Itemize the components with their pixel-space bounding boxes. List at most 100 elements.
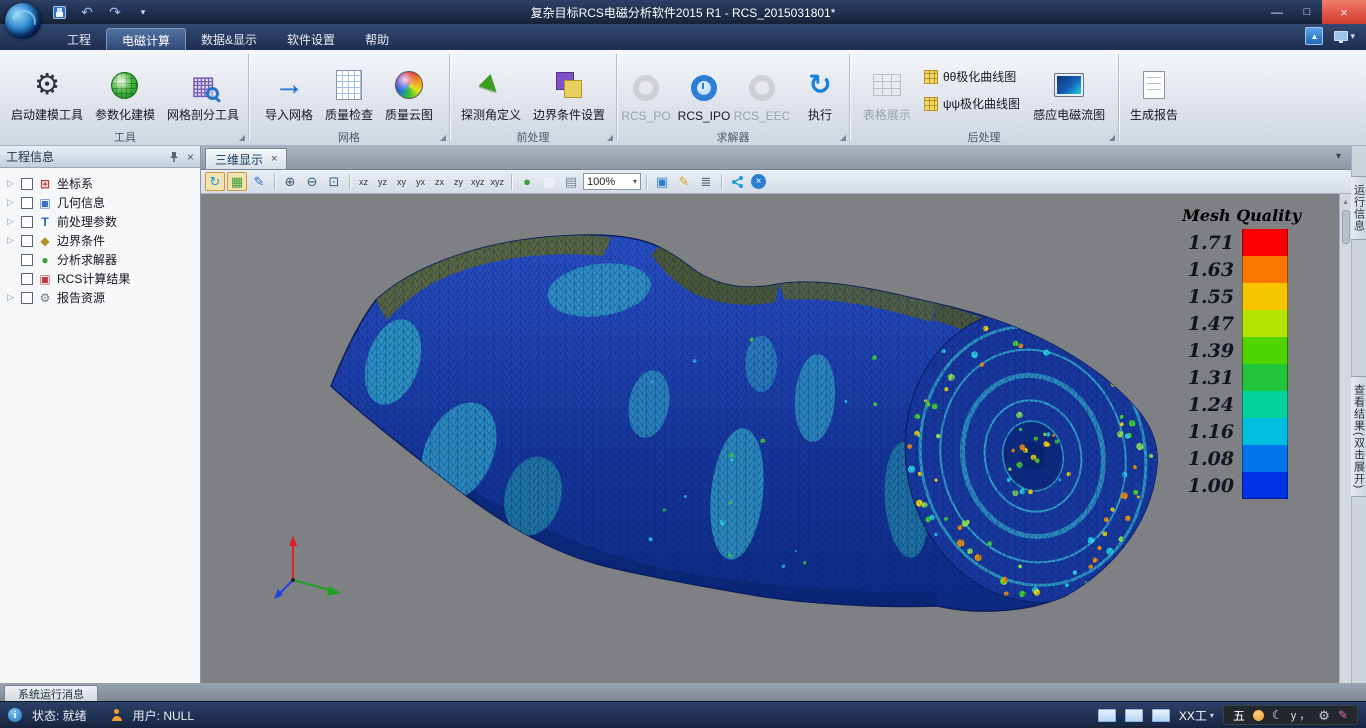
menu-tab-data-display[interactable]: 数据&显示 bbox=[186, 28, 272, 50]
tray-app-label[interactable]: XX工 ▾ bbox=[1179, 707, 1214, 724]
induced-current-map-button[interactable]: 感应电磁流图 bbox=[1028, 52, 1110, 128]
launch-modeling-tool-button[interactable]: ⚙ 启动建模工具 bbox=[6, 52, 88, 128]
tree-item-geometry-info[interactable]: ▷ ▣ 几何信息 bbox=[0, 193, 200, 212]
render-grid-button[interactable]: ▦ bbox=[227, 172, 247, 191]
mesh-partition-tool-button[interactable]: ▦ 网格剖分工具 bbox=[162, 52, 244, 128]
menu-tab-project[interactable]: 工程 bbox=[52, 28, 106, 50]
tree-item-rcs-results[interactable]: ▣ RCS计算结果 bbox=[0, 269, 200, 288]
menu-tab-help[interactable]: 帮助 bbox=[350, 28, 404, 50]
tree-item-analysis-solver[interactable]: ● 分析求解器 bbox=[0, 250, 200, 269]
tabbar-menu-icon[interactable]: ▾ bbox=[1336, 151, 1341, 162]
ime-punctuation-button[interactable]: y ， bbox=[1291, 707, 1311, 723]
wireframe-button[interactable]: ▦ bbox=[539, 172, 559, 191]
menu-tab-settings[interactable]: 软件设置 bbox=[272, 28, 350, 50]
annotate-button[interactable]: ✎ bbox=[674, 172, 694, 191]
generate-report-button[interactable]: 生成报告 bbox=[1125, 52, 1183, 128]
zoom-in-button[interactable]: ⊕ bbox=[280, 172, 300, 191]
qat-dropdown-icon[interactable]: ▾ bbox=[134, 3, 152, 21]
ime-moon-icon[interactable]: ☾ bbox=[1272, 709, 1283, 721]
expand-arrow-icon[interactable]: ▷ bbox=[5, 178, 16, 189]
dialog-launcher-icon[interactable]: ◢ bbox=[1109, 134, 1115, 142]
psi-polarization-curve-button[interactable]: ψψ极化曲线图 bbox=[924, 95, 1020, 112]
ime-settings-icon[interactable]: ⚙ bbox=[1318, 709, 1330, 722]
zoom-out-button[interactable]: ⊖ bbox=[302, 172, 322, 191]
quality-check-button[interactable]: 质量检查 bbox=[320, 52, 378, 128]
dialog-launcher-icon[interactable]: ◢ bbox=[440, 134, 446, 142]
boundary-condition-button[interactable]: 边界条件设置 bbox=[528, 52, 610, 128]
probe-angle-button[interactable]: ▶ 探测角定义 bbox=[456, 52, 526, 128]
rotate-view-button[interactable]: ↻ bbox=[205, 172, 225, 191]
view-preset-button[interactable]: yz bbox=[374, 172, 391, 191]
checkbox[interactable] bbox=[21, 292, 33, 304]
dialog-launcher-icon[interactable]: ◢ bbox=[840, 134, 846, 142]
expand-arrow-icon[interactable]: ▷ bbox=[5, 216, 16, 227]
window-thumbnail-button[interactable] bbox=[1152, 709, 1170, 722]
scrollbar-thumb[interactable] bbox=[1342, 210, 1350, 244]
scroll-up-icon[interactable]: ▴ bbox=[1343, 194, 1347, 206]
ime-sun-icon[interactable] bbox=[1253, 710, 1264, 721]
view-preset-button[interactable]: zy bbox=[450, 172, 467, 191]
window-thumbnail-button[interactable] bbox=[1125, 709, 1143, 722]
zoom-level-select[interactable]: 100% ▾ bbox=[583, 173, 641, 190]
undo-button[interactable]: ↶ bbox=[78, 3, 96, 21]
model-canvas[interactable] bbox=[201, 194, 1339, 683]
view-preset-button[interactable]: xz bbox=[355, 172, 372, 191]
app-logo-icon[interactable] bbox=[5, 3, 41, 39]
display-switch-button[interactable]: ▾ bbox=[1331, 27, 1358, 45]
3d-viewport[interactable]: Mesh Quality 1.71 1.63 1.55 1.47 1.39 1.… bbox=[201, 194, 1339, 683]
rcs-eec-button[interactable]: RCS_EEC bbox=[734, 52, 790, 128]
execute-button[interactable]: ↻ 执行 bbox=[792, 52, 848, 128]
side-tab-run-info[interactable]: 运行信息 bbox=[1351, 176, 1366, 240]
tab-close-icon[interactable]: × bbox=[271, 153, 277, 165]
view-preset-button[interactable]: yx bbox=[412, 172, 429, 191]
redo-button[interactable]: ↷ bbox=[106, 3, 124, 21]
viewport-scrollbar[interactable]: ▴ bbox=[1339, 194, 1351, 683]
screen-capture-button[interactable]: ▣ bbox=[652, 172, 672, 191]
view-preset-button[interactable]: zx bbox=[431, 172, 448, 191]
theta-polarization-curve-button[interactable]: θθ极化曲线图 bbox=[924, 68, 1020, 85]
window-thumbnail-button[interactable] bbox=[1098, 709, 1116, 722]
dialog-launcher-icon[interactable]: ◢ bbox=[239, 134, 245, 142]
shaded-view-button[interactable]: ● bbox=[517, 172, 537, 191]
tree-item-boundary-conditions[interactable]: ▷ ◆ 边界条件 bbox=[0, 231, 200, 250]
ime-mode-button[interactable]: 五 bbox=[1233, 707, 1245, 724]
checkbox[interactable] bbox=[21, 216, 33, 228]
rcs-ipo-button[interactable]: RCS_IPO bbox=[676, 52, 732, 128]
checkbox[interactable] bbox=[21, 273, 33, 285]
expand-arrow-icon[interactable]: ▷ bbox=[5, 235, 16, 246]
checkbox[interactable] bbox=[21, 178, 33, 190]
checkbox[interactable] bbox=[21, 197, 33, 209]
view-preset-button[interactable]: xyz bbox=[489, 172, 507, 191]
tree-item-report-resources[interactable]: ▷ ⚙ 报告资源 bbox=[0, 288, 200, 307]
checkbox[interactable] bbox=[21, 254, 33, 266]
zoom-window-button[interactable]: ⊡ bbox=[324, 172, 344, 191]
expand-arrow-icon[interactable]: ▷ bbox=[5, 197, 16, 208]
parametric-modeling-button[interactable]: 参数化建模 bbox=[90, 52, 160, 128]
dialog-launcher-icon[interactable]: ◢ bbox=[607, 134, 613, 142]
tree-item-preprocess-params[interactable]: ▷ T 前处理参数 bbox=[0, 212, 200, 231]
view-preset-button[interactable]: xyz bbox=[469, 172, 487, 191]
close-view-button[interactable]: × bbox=[751, 174, 766, 189]
maximize-button[interactable]: □ bbox=[1292, 0, 1322, 24]
view-preset-button[interactable]: xy bbox=[393, 172, 410, 191]
menu-tab-em-compute[interactable]: 电磁计算 bbox=[106, 28, 186, 50]
expand-arrow-icon[interactable]: ▷ bbox=[5, 292, 16, 303]
pin-icon[interactable] bbox=[169, 151, 179, 162]
side-tab-view-results[interactable]: 查看结果(双击展开) bbox=[1351, 376, 1366, 497]
edit-view-button[interactable]: ✎ bbox=[249, 172, 269, 191]
close-button[interactable]: × bbox=[1322, 0, 1366, 24]
quality-cloudmap-button[interactable]: 质量云图 bbox=[380, 52, 438, 128]
panel-close-icon[interactable]: × bbox=[187, 150, 194, 164]
layers-button[interactable]: ≣ bbox=[696, 172, 716, 191]
import-mesh-button[interactable]: → 导入网格 bbox=[260, 52, 318, 128]
tab-system-messages[interactable]: 系统运行消息 bbox=[4, 685, 98, 701]
share-button[interactable] bbox=[727, 172, 747, 191]
mesh-display-button[interactable]: ▤ bbox=[561, 172, 581, 191]
table-display-button[interactable]: 表格展示 bbox=[858, 52, 916, 128]
checkbox[interactable] bbox=[21, 235, 33, 247]
tree-item-coordinate-system[interactable]: ▷ ⊞ 坐标系 bbox=[0, 174, 200, 193]
save-button[interactable] bbox=[50, 3, 68, 21]
panel-up-button[interactable]: ▲ bbox=[1305, 27, 1323, 45]
ime-pen-icon[interactable]: ✎ bbox=[1338, 708, 1348, 722]
rcs-po-button[interactable]: RCS_PO bbox=[618, 52, 674, 128]
